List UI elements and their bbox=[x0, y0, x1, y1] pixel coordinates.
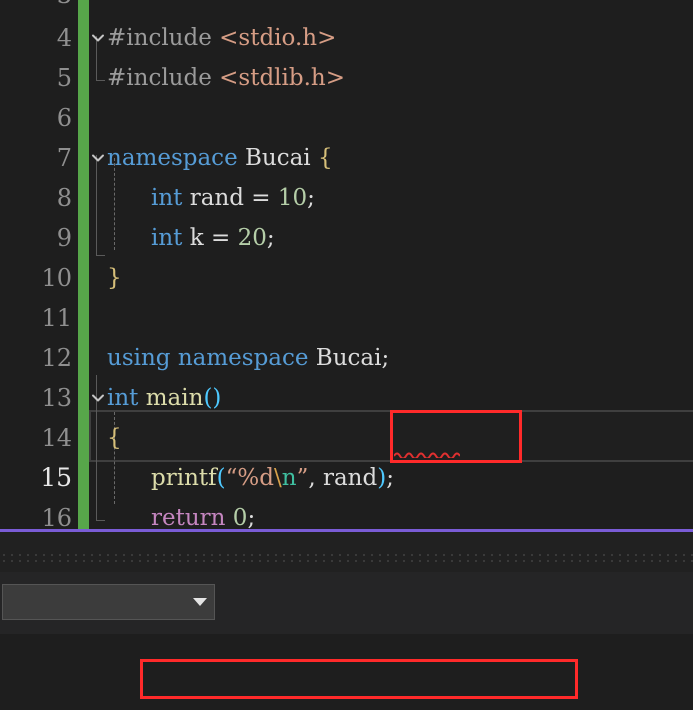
code-line-9[interactable]: int k = 20; bbox=[151, 218, 275, 258]
code-token: int bbox=[107, 385, 139, 411]
code-token: rand bbox=[322, 465, 378, 491]
chevron-down-icon[interactable] bbox=[87, 18, 109, 58]
output-pane-toolbar[interactable]: ab c bbox=[0, 572, 693, 634]
code-text-area[interactable]: #include <stdio.h> #include <stdlib.h> nam… bbox=[89, 0, 693, 530]
chevron-down-icon[interactable] bbox=[186, 585, 214, 619]
line-number-partial: 3 bbox=[57, 0, 72, 15]
line-number-14: 14 bbox=[41, 424, 72, 452]
fold-guide-include-foot bbox=[96, 80, 105, 81]
code-line-10[interactable]: } bbox=[107, 258, 122, 298]
visual-studio-editor-window: 3 4567891011121314151617 #include <stdio… bbox=[0, 0, 693, 710]
code-line-14[interactable]: { bbox=[107, 418, 122, 458]
code-token: “%d bbox=[225, 465, 274, 491]
code-token: 0 bbox=[232, 505, 248, 530]
chevron-down-icon[interactable] bbox=[87, 378, 109, 418]
code-token: ; bbox=[381, 345, 390, 371]
code-token: , bbox=[308, 465, 323, 491]
code-token: } bbox=[107, 265, 122, 291]
line-number-gutter: 3 4567891011121314151617 bbox=[0, 0, 78, 530]
code-token: #include bbox=[107, 25, 220, 51]
line-number-10: 10 bbox=[41, 264, 72, 292]
code-token: k bbox=[182, 225, 211, 251]
code-token: 20 bbox=[237, 225, 267, 251]
code-token: = bbox=[210, 225, 231, 251]
dotted-texture-band bbox=[0, 552, 693, 564]
code-token: int bbox=[151, 225, 183, 251]
fold-guide-main-foot bbox=[96, 520, 105, 521]
code-line-13[interactable]: int main() bbox=[107, 378, 221, 418]
line-number-15: 15 bbox=[40, 463, 72, 492]
line-number-13: 13 bbox=[41, 384, 72, 412]
code-token: 10 bbox=[277, 185, 308, 211]
code-token: ; bbox=[386, 465, 394, 491]
output-pane[interactable]: cpp(15,17)：error C2872： “rand”： 不明确的符号 c… bbox=[0, 634, 693, 710]
code-editor[interactable]: 3 4567891011121314151617 #include <stdio… bbox=[0, 0, 693, 530]
code-token: \ bbox=[273, 465, 282, 491]
line-number-12: 12 bbox=[41, 344, 72, 372]
code-line-8[interactable]: int rand = 10; bbox=[151, 178, 315, 218]
code-token: namespace bbox=[107, 145, 238, 171]
code-token: () bbox=[203, 385, 222, 411]
line-number-11: 11 bbox=[41, 304, 72, 332]
line-number-6: 6 bbox=[56, 104, 72, 132]
code-token: <stdio.h> bbox=[219, 25, 337, 51]
code-line-12[interactable]: using namespace Bucai; bbox=[107, 338, 389, 378]
code-token: ( bbox=[216, 465, 226, 491]
line-number-5: 5 bbox=[56, 64, 72, 92]
code-line-16[interactable]: return 0; bbox=[151, 498, 255, 530]
error-squiggle bbox=[394, 450, 460, 458]
code-line-5[interactable]: #include <stdlib.h> bbox=[107, 58, 345, 98]
line-number-4: 4 bbox=[56, 24, 72, 52]
code-token: #include bbox=[107, 65, 220, 91]
line-number-9: 9 bbox=[56, 224, 72, 252]
output-source-combobox[interactable] bbox=[2, 584, 215, 620]
code-token: Bucai bbox=[308, 345, 382, 371]
code-token: = bbox=[251, 185, 271, 211]
change-indicator-bar bbox=[78, 0, 89, 530]
code-token: ; bbox=[247, 505, 256, 530]
code-token: main bbox=[145, 385, 204, 411]
code-token: rand bbox=[182, 185, 252, 211]
code-token: <stdlib.h> bbox=[219, 65, 346, 91]
code-line-15[interactable]: printf(“%d\n”, rand); bbox=[151, 458, 394, 498]
code-token: n bbox=[281, 465, 297, 491]
code-token: ; bbox=[266, 225, 275, 251]
code-token: int bbox=[151, 185, 183, 211]
chevron-down-icon[interactable] bbox=[87, 138, 109, 178]
code-token: ” bbox=[296, 465, 309, 491]
code-token: return bbox=[151, 505, 226, 530]
code-token: ) bbox=[377, 465, 387, 491]
code-token: { bbox=[107, 425, 122, 451]
line-number-7: 7 bbox=[56, 144, 72, 172]
code-token: { bbox=[317, 145, 333, 171]
code-line-7[interactable]: namespace Bucai { bbox=[107, 138, 333, 178]
code-token: ; bbox=[307, 185, 315, 211]
code-token: using namespace bbox=[107, 345, 309, 371]
line-number-16: 16 bbox=[41, 504, 72, 530]
code-token: printf bbox=[151, 465, 217, 491]
fold-guide-namespace-foot bbox=[96, 255, 105, 256]
code-line-4[interactable]: #include <stdio.h> bbox=[107, 18, 336, 58]
line-number-8: 8 bbox=[56, 184, 72, 212]
code-token: Bucai bbox=[237, 145, 318, 171]
